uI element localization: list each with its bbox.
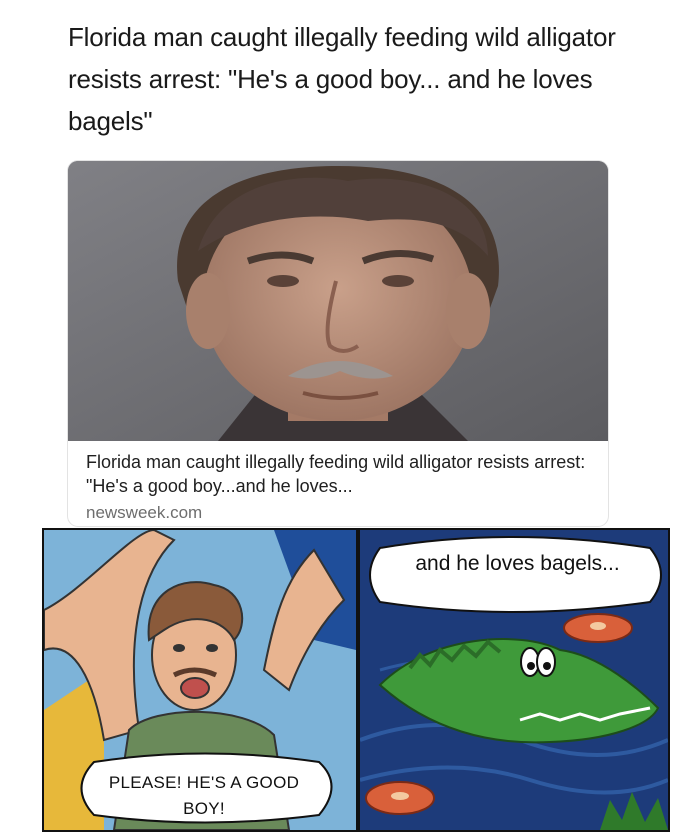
article-card[interactable]: Florida man caught illegally feeding wil… bbox=[68, 161, 608, 526]
comic-panel-alligator: and he loves bagels... bbox=[358, 528, 670, 832]
article-source: newsweek.com bbox=[86, 503, 203, 522]
speech-bubble-please: PLEASE! HE'S A GOOD BOY! bbox=[108, 773, 300, 818]
article-caption[interactable]: Florida man caught illegally feeding wil… bbox=[86, 450, 596, 498]
speech-bubble-bagels: and he loves bagels... bbox=[415, 552, 620, 575]
mugshot-photo bbox=[68, 161, 608, 441]
comic-panel-man: PLEASE! HE'S A GOOD BOY! bbox=[42, 528, 358, 832]
headline: Florida man caught illegally feeding wil… bbox=[68, 22, 616, 136]
